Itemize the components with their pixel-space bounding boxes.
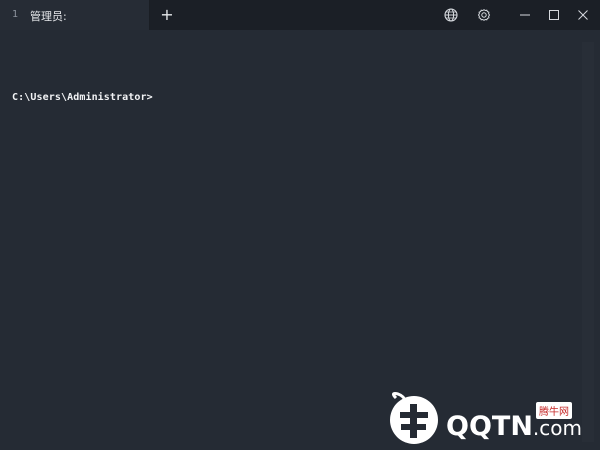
watermark-domain: .com [532,416,582,440]
terminal-area[interactable]: C:\Users\Administrator> [0,30,600,450]
terminal-window: 1 管理员: + C:\Users\Administrator> QQTN.co… [0,0,600,450]
watermark-logo-icon [390,392,438,444]
watermark-brand-name: QQTN [446,411,533,442]
tab-title: 管理员: [30,10,67,23]
watermark: QQTN.com 腾牛网 [386,390,596,448]
globe-icon[interactable] [443,7,459,23]
new-tab-button[interactable]: + [158,6,176,24]
minimize-icon [520,14,530,16]
scrollbar[interactable] [582,42,594,442]
title-bar: 1 管理员: + [0,0,600,30]
tab-index: 1 [12,9,19,20]
maximize-icon [549,10,559,20]
gear-icon[interactable] [476,7,492,23]
tab-admin[interactable]: 1 管理员: [0,0,150,30]
watermark-badge: 腾牛网 [536,402,572,419]
command-prompt: C:\Users\Administrator> [12,92,153,103]
close-icon [578,10,588,20]
close-button[interactable] [566,0,600,30]
